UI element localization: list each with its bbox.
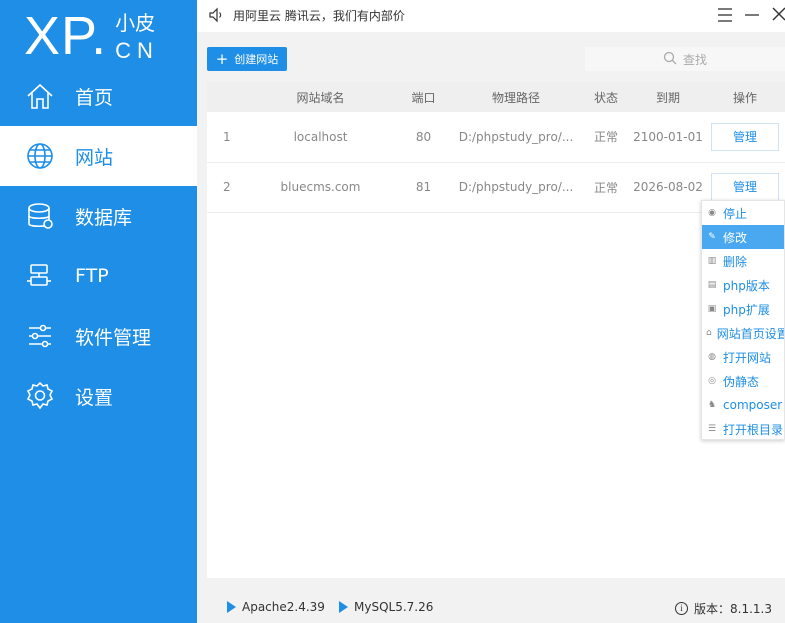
site-table: 网站域名 端口 物理路径 状态 到期 操作 1 localhost 80 D:/…	[207, 82, 785, 213]
sidebar-item-database[interactable]: 数据库	[0, 186, 197, 246]
row-path: D:/phpstudy_pro/...	[451, 112, 581, 163]
sidebar-item-label: FTP	[75, 265, 109, 287]
menu-item-composer[interactable]: ♞ composer	[702, 393, 784, 417]
col-index	[207, 82, 245, 112]
file-icon: ▤	[707, 280, 717, 290]
mysql-service[interactable]: MySQL5.7.26	[339, 600, 433, 614]
col-port[interactable]: 端口	[396, 82, 451, 112]
speaker-icon	[208, 7, 224, 23]
app-window: XP. 小皮 CN 首页 网站 数据库 FTP 软件管理 设置 用阿里云 腾讯云…	[0, 0, 785, 623]
manage-button[interactable]: 管理	[711, 173, 779, 201]
col-path[interactable]: 物理路径	[451, 82, 581, 112]
apache-label: Apache2.4.39	[242, 600, 325, 614]
logo-cn: CN	[115, 38, 159, 63]
manage-dropdown-menu: ◉ 停止 ✎ 修改 ▥ 删除 ▤ php版本 ▣ php扩展 ⌂ 网站首页设置 …	[701, 200, 785, 440]
create-website-button[interactable]: + 创建网站	[207, 47, 287, 71]
row-expire: 2026-08-02	[631, 162, 705, 213]
row-index: 2	[207, 162, 245, 213]
col-action: 操作	[705, 82, 785, 112]
sliders-icon	[25, 321, 55, 351]
search-input[interactable]: 查找	[585, 47, 785, 71]
row-status: 正常	[581, 162, 631, 213]
globe-icon: ◍	[708, 352, 716, 362]
menu-item-delete[interactable]: ▥ 删除	[702, 249, 784, 273]
ftp-icon	[25, 261, 55, 291]
minimize-icon[interactable]	[743, 6, 761, 24]
ad-notice[interactable]: 用阿里云 腾讯云，我们有内部价	[233, 7, 405, 24]
main-content: + 创建网站 查找 网站域名 端口 物理路径 状态 到期 操作 1 localh…	[197, 32, 785, 623]
row-port: 80	[396, 112, 451, 163]
search-placeholder: 查找	[682, 52, 707, 67]
trash-icon: ▥	[707, 256, 717, 266]
manage-button[interactable]: 管理	[711, 122, 779, 151]
sidebar-item-label: 数据库	[75, 206, 133, 229]
version-number: 8.1.1.3	[730, 601, 772, 616]
sidebar-nav: 首页 网站 数据库 FTP 软件管理 设置	[0, 66, 197, 426]
sidebar-item-ftp[interactable]: FTP	[0, 246, 197, 306]
pencil-icon: ✎	[708, 232, 716, 242]
plus-icon: +	[215, 50, 229, 68]
info-icon: i	[675, 602, 688, 615]
apache-service[interactable]: Apache2.4.39	[227, 600, 325, 614]
search-icon	[663, 51, 683, 68]
play-icon	[339, 601, 348, 613]
sidebar-item-label: 设置	[75, 386, 114, 409]
sidebar-item-home[interactable]: 首页	[0, 66, 197, 126]
list-icon: ☰	[707, 424, 717, 434]
menu-icon[interactable]	[716, 6, 734, 24]
sidebar-item-label: 网站	[75, 146, 114, 169]
top-header: 用阿里云 腾讯云，我们有内部价	[197, 0, 785, 32]
logo: XP. 小皮 CN	[24, 0, 159, 64]
row-index: 1	[207, 112, 245, 163]
col-domain[interactable]: 网站域名	[245, 82, 396, 112]
status-footer: Apache2.4.39 MySQL5.7.26 i 版本： 8.1.1.3	[197, 588, 785, 623]
site-list-panel: 网站域名 端口 物理路径 状态 到期 操作 1 localhost 80 D:/…	[207, 82, 785, 578]
row-port: 81	[396, 162, 451, 213]
version-label: 版本：	[694, 602, 731, 616]
sidebar-item-website[interactable]: 网站	[0, 126, 197, 186]
menu-item-edit[interactable]: ✎ 修改	[702, 225, 784, 249]
close-icon[interactable]	[771, 6, 785, 22]
row-status: 正常	[581, 112, 631, 163]
row-domain: bluecms.com	[245, 162, 396, 213]
logo-main: XP.	[24, 6, 108, 66]
database-icon	[25, 201, 55, 231]
menu-item-homepage-settings[interactable]: ⌂ 网站首页设置	[702, 321, 784, 345]
menu-item-open-root[interactable]: ☰ 打开根目录	[702, 417, 784, 439]
menu-item-rewrite[interactable]: ◎ 伪静态	[702, 369, 784, 393]
table-header-row: 网站域名 端口 物理路径 状态 到期 操作	[207, 82, 785, 112]
home-icon	[25, 81, 55, 111]
table-row[interactable]: 2 bluecms.com 81 D:/phpstudy_pro/... 正常 …	[207, 162, 785, 213]
sidebar-item-label: 软件管理	[75, 326, 152, 349]
menu-item-open-site[interactable]: ◍ 打开网站	[702, 345, 784, 369]
extension-icon: ▣	[707, 304, 717, 314]
stop-icon: ◉	[708, 208, 716, 218]
sidebar-item-software[interactable]: 软件管理	[0, 306, 197, 366]
row-expire: 2100-01-01	[631, 112, 705, 163]
table-row[interactable]: 1 localhost 80 D:/phpstudy_pro/... 正常 21…	[207, 112, 785, 163]
row-path: D:/phpstudy_pro/...	[451, 162, 581, 213]
sidebar: XP. 小皮 CN 首页 网站 数据库 FTP 软件管理 设置	[0, 0, 197, 623]
col-status[interactable]: 状态	[581, 82, 631, 112]
col-expire[interactable]: 到期	[631, 82, 705, 112]
row-domain: localhost	[245, 112, 396, 163]
logo-small: 小皮	[115, 11, 156, 35]
globe-icon	[25, 141, 55, 171]
play-icon	[227, 601, 236, 613]
sidebar-item-label: 首页	[75, 86, 114, 109]
menu-item-stop[interactable]: ◉ 停止	[702, 201, 784, 225]
create-website-label: 创建网站	[234, 53, 279, 66]
menu-item-php-extension[interactable]: ▣ php扩展	[702, 297, 784, 321]
refresh-icon: ◎	[708, 376, 716, 386]
gear-icon	[25, 381, 55, 411]
home-icon: ⌂	[706, 328, 712, 338]
composer-icon: ♞	[707, 400, 717, 410]
sidebar-item-settings[interactable]: 设置	[0, 366, 197, 426]
mysql-label: MySQL5.7.26	[354, 600, 434, 614]
menu-item-php-version[interactable]: ▤ php版本	[702, 273, 784, 297]
version-info: i 版本： 8.1.1.3	[675, 600, 772, 617]
